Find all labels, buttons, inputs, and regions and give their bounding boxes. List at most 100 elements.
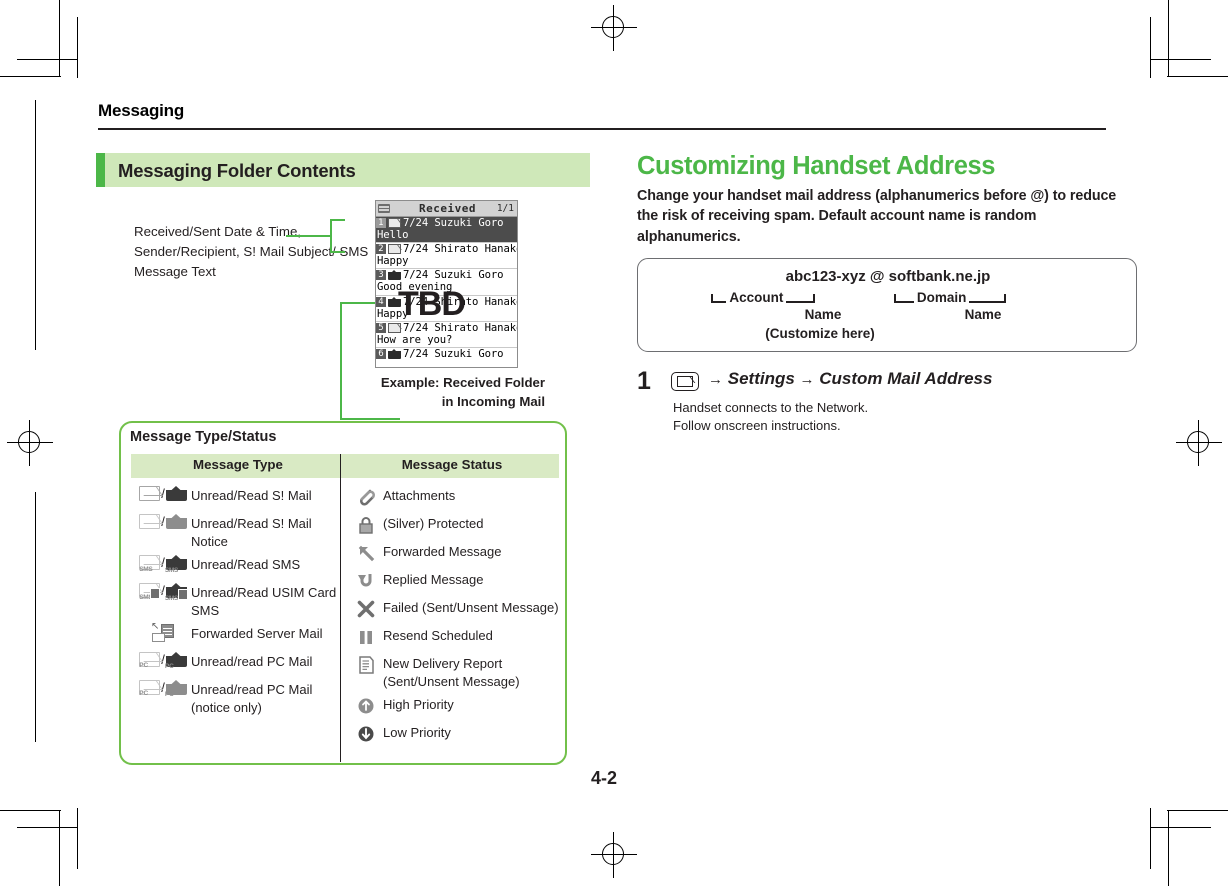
step-path-part1: Settings <box>727 369 795 388</box>
legend-icons <box>349 541 383 564</box>
legend-item: PC / PC Unread/read PC Mail <box>135 651 340 675</box>
row-sender-line: 7/24 Suzuki Goro <box>403 347 504 360</box>
running-head: Messaging <box>98 101 185 120</box>
row-sender-line: 7/24 Shirato Hanako <box>403 243 518 256</box>
registration-mark-bottom <box>591 832 637 878</box>
address-diagram-box: abc123-xyz @ softbank.ne.jp Account Doma… <box>637 258 1137 352</box>
legend-label: Unread/read PC Mail (notice only) <box>191 682 313 715</box>
section-accent-tab <box>96 153 105 187</box>
legend-item: / Unread/Read S! Mail <box>135 485 340 509</box>
account-bracket-group: Account <box>710 290 879 305</box>
mail-key-icon[interactable] <box>671 372 699 391</box>
envelope-unread-icon <box>388 322 401 333</box>
legend-icons: / <box>135 485 191 501</box>
legend-icons: SMS / SMS <box>135 554 191 574</box>
row-sender-line: 7/24 Suzuki Goro <box>403 269 504 282</box>
step-path: → Settings → Custom Mail Address <box>708 369 992 389</box>
legend-label: Resend Scheduled <box>383 628 493 643</box>
step-path-part2: Custom Mail Address <box>819 369 993 388</box>
legend-item: High Priority <box>349 694 559 718</box>
envelope-unread-icon <box>388 244 401 255</box>
legend-item: SMS / SMS Unread/Read SMS <box>135 554 340 578</box>
legend-label: Forwarded Message <box>383 544 502 559</box>
step-number: 1 <box>637 367 651 395</box>
legend-label: Unread/Read S! Mail <box>191 488 312 503</box>
legend-label: Failed (Sent/Unsent Message) <box>383 600 559 615</box>
legend-icons: PC / PC <box>135 679 191 698</box>
legend-label: Unread/read PC Mail <box>191 654 313 669</box>
reply-arrow-icon <box>355 570 377 592</box>
leader-line-horizontal <box>286 235 330 237</box>
legend-label: Low Priority <box>383 725 451 740</box>
high-priority-icon <box>355 695 377 717</box>
page-number: 4-2 <box>591 768 618 788</box>
legend-item: ↖ Forwarded Server Mail <box>135 622 340 647</box>
customize-note: (Customize here) <box>765 326 875 341</box>
sms-unread-icon: SMS <box>137 555 163 573</box>
legend-leader-foot <box>340 418 400 420</box>
pcmail-unread-icon: PC <box>137 652 163 669</box>
legend-item: Low Priority <box>349 722 559 746</box>
pause-bars-icon <box>355 626 377 648</box>
legend-leader-vertical <box>340 302 342 420</box>
legend-item: Replied Message <box>349 569 559 593</box>
legend-header-row: Message Type Message Status <box>131 454 559 478</box>
slash-separator: / <box>161 514 165 529</box>
row-number: 2 <box>376 244 386 255</box>
pcmail-read-icon: PC <box>165 652 187 670</box>
legend-icons: PC / PC <box>135 651 191 670</box>
pcmail-notice-read-icon: PC <box>165 680 187 698</box>
legend-icons <box>349 569 383 592</box>
envelope-unread-icon <box>137 486 163 501</box>
envelope-read-icon <box>388 270 401 281</box>
account-label: Account <box>726 290 787 305</box>
row-number: 3 <box>376 270 386 281</box>
header-rule <box>98 128 1106 130</box>
envelope-unread-icon <box>388 218 401 228</box>
usim-sms-unread-icon: SMS <box>137 583 163 601</box>
document-page: Messaging Messaging Folder Contents Rece… <box>0 0 1228 886</box>
leader-bracket-bottom <box>330 251 345 253</box>
legend-type-column: / Unread/Read S! Mail / Unread/Read S! M… <box>135 485 340 720</box>
legend-label: Replied Message <box>383 572 484 587</box>
page-title: Customizing Handset Address <box>637 152 996 180</box>
message-list-row[interactable]: 1 7/24 Suzuki Goro Hello <box>376 217 517 244</box>
row-subject-line: Happy <box>377 255 409 268</box>
example-caption-line2: in Incoming Mail <box>441 394 545 409</box>
envelope-notice-read-icon <box>165 514 187 529</box>
sms-read-icon: SMS <box>165 555 187 574</box>
handset-screen-mock: Received 1/1 1 7/24 Suzuki Goro Hello 2 … <box>375 200 518 368</box>
row-number: 4 <box>376 296 386 307</box>
legend-box: Message Type/Status Message Type Message… <box>119 421 567 765</box>
leader-bracket-top <box>330 219 345 221</box>
legend-header-status: Message Status <box>401 457 503 472</box>
legend-icons: / <box>135 513 191 529</box>
legend-label: New Delivery Report (Sent/Unsent Message… <box>383 656 520 689</box>
arrow-icon: → <box>708 371 723 388</box>
legend-title: Message Type/Status <box>130 429 277 445</box>
pcmail-notice-unread-icon: PC <box>137 680 163 697</box>
message-list-row[interactable]: 5 7/24 Shirato Hanako How are you? <box>376 322 517 348</box>
legend-item: Forwarded Message <box>349 541 559 565</box>
section-heading-band: Messaging Folder Contents <box>96 153 590 187</box>
message-list-row[interactable]: 6 7/24 Suzuki Goro <box>376 347 517 367</box>
lock-icon <box>355 514 377 536</box>
row-subject-line: How are you? <box>377 333 453 346</box>
registration-mark-left <box>7 420 53 466</box>
legend-icons <box>349 513 383 536</box>
domain-label: Domain <box>913 290 970 305</box>
row-number: 1 <box>376 218 386 228</box>
legend-column-divider <box>340 454 341 762</box>
legend-icons <box>349 694 383 717</box>
message-list-row[interactable]: 2 7/24 Shirato Hanako Happy <box>376 243 518 270</box>
domain-sub-label: Name <box>964 307 1002 322</box>
legend-header-type: Message Type <box>193 457 283 472</box>
legend-icons <box>349 485 383 508</box>
address-sublabels: Name Name <box>638 307 1138 322</box>
address-bracket-row: Account Domain <box>638 290 1138 305</box>
envelope-notice-unread-icon <box>137 514 163 529</box>
row-subject-line: Hello <box>377 229 409 241</box>
legend-icons <box>349 653 383 676</box>
step-note-line1: Handset connects to the Network. <box>673 400 869 415</box>
legend-label: Unread/Read SMS <box>191 557 301 572</box>
